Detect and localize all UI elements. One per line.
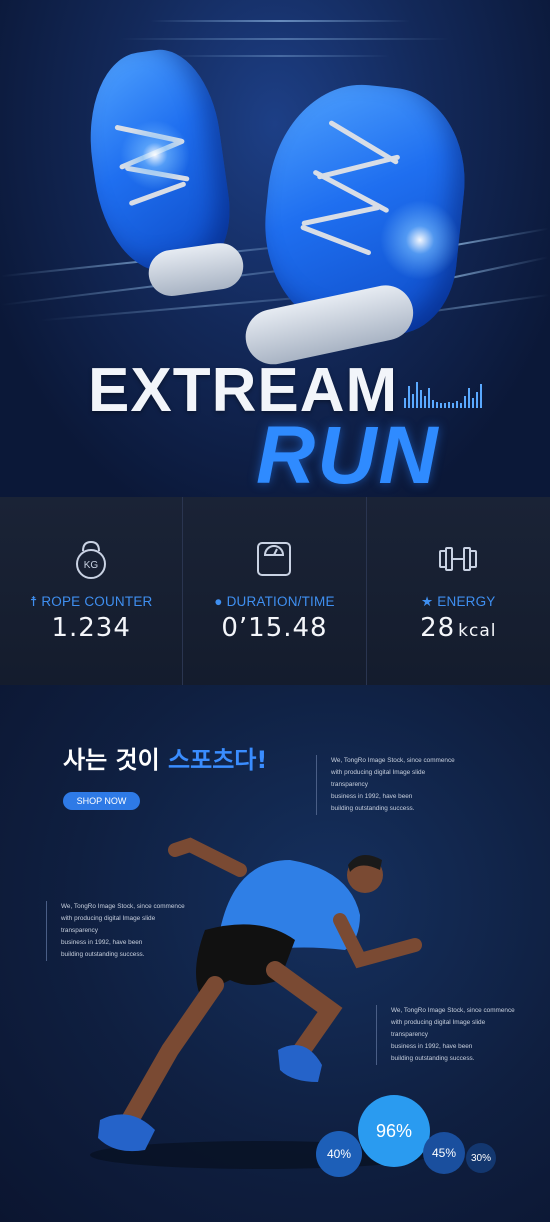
kettlebell-icon: KG — [76, 540, 107, 579]
stat-energy: ★ ENERGY 28 kcal — [367, 497, 550, 685]
percent-circle: 40% — [316, 1131, 362, 1177]
stat-value: 28 kcal — [420, 613, 497, 643]
hero-banner: EXTREAM RUN — [0, 0, 550, 497]
star-icon: ★ — [421, 594, 438, 609]
stat-rope-counter: KG ☨ ROPE COUNTER 1.234 — [0, 497, 184, 685]
shoe-glow — [120, 120, 190, 190]
dumbbell-icon — [439, 547, 478, 571]
stat-duration: ● DURATION/TIME 0’15.48 — [183, 497, 367, 685]
info-note: We, TongRo Image Stock, since commence wi… — [316, 755, 456, 815]
shop-now-button[interactable]: SHOP NOW — [63, 792, 140, 810]
stat-value: 0’15.48 — [221, 613, 328, 643]
scale-icon — [257, 542, 292, 576]
stat-label: ☨ ROPE COUNTER — [29, 594, 153, 609]
stat-label: ★ ENERGY — [421, 594, 496, 609]
stat-value: 1.234 — [51, 613, 131, 643]
percent-circle: 45% — [423, 1132, 465, 1174]
stat-label: ● DURATION/TIME — [214, 594, 335, 609]
hero-subtitle: RUN — [256, 410, 440, 497]
percent-circle: 96% — [358, 1095, 430, 1167]
promo-section: 사는 것이 스포츠다! SHOP NOW We, TongRo Image St… — [0, 685, 550, 1222]
stopwatch-icon: ● — [214, 594, 227, 609]
runner-icon: ☨ — [29, 594, 42, 609]
stats-panel: KG ☨ ROPE COUNTER 1.234 ● DURATION/TIME … — [0, 497, 550, 685]
shoe-glow — [380, 200, 460, 280]
light-streak — [150, 20, 410, 22]
light-streak — [120, 38, 450, 40]
promo-headline: 사는 것이 스포츠다! — [63, 746, 268, 774]
equalizer-graphic — [404, 380, 484, 408]
svg-text:KG: KG — [84, 560, 99, 571]
percent-circle: 30% — [466, 1143, 496, 1173]
